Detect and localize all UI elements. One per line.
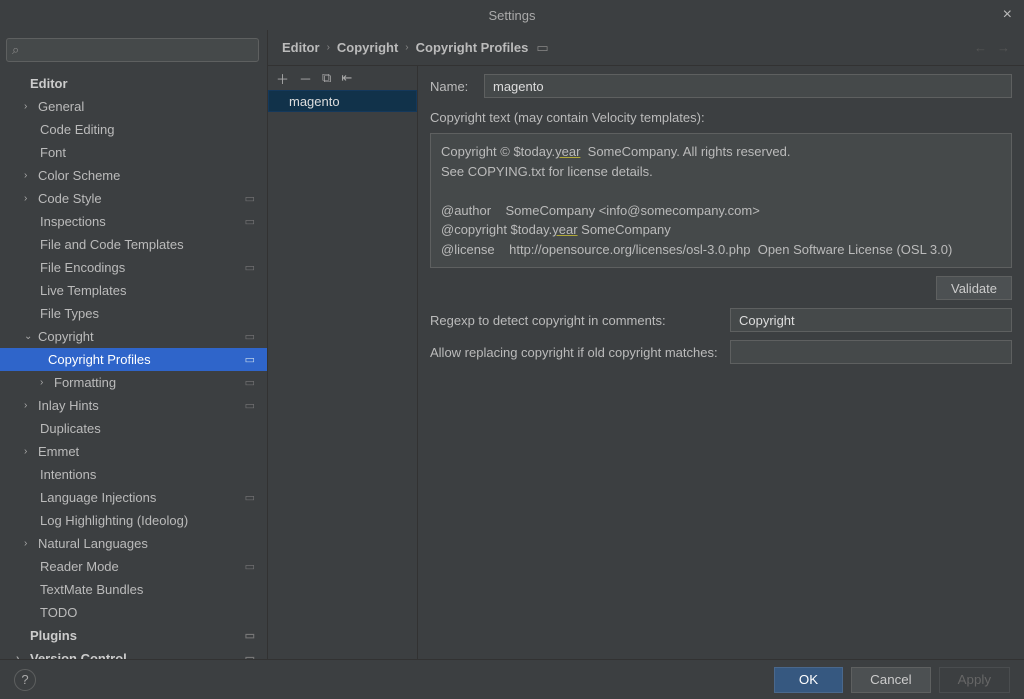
project-badge-icon: ▭ [245, 353, 255, 366]
nav-forward-icon[interactable]: → [997, 40, 1010, 55]
search-box: ⌕ [6, 38, 259, 62]
project-badge-icon: ▭ [245, 652, 255, 659]
allow-replace-input[interactable] [730, 340, 1012, 364]
copy-icon[interactable]: ⧉ [322, 70, 331, 86]
help-button[interactable]: ? [14, 669, 36, 691]
breadcrumb-profiles: Copyright Profiles [416, 40, 529, 55]
profile-item-magento[interactable]: magento [268, 90, 417, 112]
tree-copyright-profiles[interactable]: Copyright Profiles▭ [0, 348, 267, 371]
tree-intentions[interactable]: Intentions [0, 463, 267, 486]
remove-icon[interactable]: － [299, 69, 312, 88]
tree-editor[interactable]: ▸Editor [0, 72, 267, 95]
profile-list: ＋ － ⧉ ⇤ magento [268, 66, 418, 659]
chevron-right-icon: › [327, 42, 330, 53]
detail-row: ＋ － ⧉ ⇤ magento Name: Copyright text (ma… [268, 66, 1024, 659]
tree-general[interactable]: ›General [0, 95, 267, 118]
allow-replace-label: Allow replacing copyright if old copyrig… [430, 345, 730, 360]
close-icon[interactable]: × [1003, 6, 1012, 24]
tree-log-highlighting[interactable]: Log Highlighting (Ideolog) [0, 509, 267, 532]
tree-code-editing[interactable]: Code Editing [0, 118, 267, 141]
nav-back-icon[interactable]: ← [974, 40, 987, 55]
project-badge-icon: ▭ [245, 399, 255, 412]
project-badge-icon: ▭ [245, 215, 255, 228]
search-icon: ⌕ [12, 42, 19, 58]
cancel-button[interactable]: Cancel [851, 667, 931, 693]
breadcrumb-editor[interactable]: Editor [282, 40, 320, 55]
tree-plugins[interactable]: ▸Plugins▭ [0, 624, 267, 647]
tree-copyright[interactable]: ⌄Copyright▭ [0, 325, 267, 348]
add-icon[interactable]: ＋ [276, 69, 289, 88]
copyright-text-label: Copyright text (may contain Velocity tem… [430, 110, 1012, 125]
project-badge-icon: ▭ [245, 491, 255, 504]
tree-inlay-hints[interactable]: ›Inlay Hints▭ [0, 394, 267, 417]
copyright-text-area[interactable]: Copyright © $today.year SomeCompany. All… [430, 133, 1012, 268]
tree-font[interactable]: Font [0, 141, 267, 164]
right-panel: Editor › Copyright › Copyright Profiles … [268, 30, 1024, 659]
tree-language-injections[interactable]: Language Injections▭ [0, 486, 267, 509]
project-badge-icon: ▭ [245, 330, 255, 343]
tree-reader-mode[interactable]: Reader Mode▭ [0, 555, 267, 578]
breadcrumb: Editor › Copyright › Copyright Profiles … [268, 30, 1024, 66]
tree-todo[interactable]: TODO [0, 601, 267, 624]
project-badge-icon: ▭ [536, 40, 548, 56]
project-badge-icon: ▭ [245, 629, 255, 642]
regexp-input[interactable] [730, 308, 1012, 332]
project-badge-icon: ▭ [245, 376, 255, 389]
tree-duplicates[interactable]: Duplicates [0, 417, 267, 440]
tree-textmate[interactable]: TextMate Bundles [0, 578, 267, 601]
profile-toolbar: ＋ － ⧉ ⇤ [268, 66, 417, 90]
regexp-label: Regexp to detect copyright in comments: [430, 313, 730, 328]
tree-version-control[interactable]: ›Version Control▭ [0, 647, 267, 659]
tree-natural-languages[interactable]: ›Natural Languages [0, 532, 267, 555]
tree-file-code-templates[interactable]: File and Code Templates [0, 233, 267, 256]
tree-live-templates[interactable]: Live Templates [0, 279, 267, 302]
tree-file-types[interactable]: File Types [0, 302, 267, 325]
left-panel: ⌕ ▸Editor ›General Code Editing Font ›Co… [0, 30, 268, 659]
search-input[interactable] [6, 38, 259, 62]
project-badge-icon: ▭ [245, 261, 255, 274]
project-badge-icon: ▭ [245, 192, 255, 205]
import-icon[interactable]: ⇤ [341, 70, 352, 86]
window-title: Settings [489, 8, 536, 23]
project-badge-icon: ▭ [245, 560, 255, 573]
footer: ? OK Cancel Apply [0, 659, 1024, 699]
tree-code-style[interactable]: ›Code Style▭ [0, 187, 267, 210]
tree-inspections[interactable]: Inspections▭ [0, 210, 267, 233]
tree-emmet[interactable]: ›Emmet [0, 440, 267, 463]
name-input[interactable] [484, 74, 1012, 98]
tree-formatting[interactable]: ›Formatting▭ [0, 371, 267, 394]
chevron-right-icon: › [405, 42, 408, 53]
form-area: Name: Copyright text (may contain Veloci… [418, 66, 1024, 659]
content-area: ⌕ ▸Editor ›General Code Editing Font ›Co… [0, 30, 1024, 659]
tree-file-encodings[interactable]: File Encodings▭ [0, 256, 267, 279]
ok-button[interactable]: OK [774, 667, 843, 693]
breadcrumb-copyright[interactable]: Copyright [337, 40, 398, 55]
settings-tree[interactable]: ▸Editor ›General Code Editing Font ›Colo… [0, 66, 267, 659]
validate-button[interactable]: Validate [936, 276, 1012, 300]
name-label: Name: [430, 79, 474, 94]
titlebar: Settings × [0, 0, 1024, 30]
tree-color-scheme[interactable]: ›Color Scheme [0, 164, 267, 187]
apply-button: Apply [939, 667, 1010, 693]
